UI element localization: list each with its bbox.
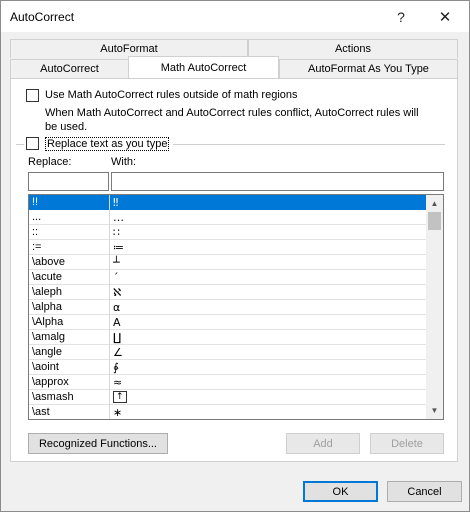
column-separator: [109, 210, 110, 225]
list-row[interactable]: \angle ∠: [29, 345, 427, 360]
row-replace-text: ...: [32, 211, 42, 223]
replace-input[interactable]: [28, 172, 109, 191]
scroll-down-icon[interactable]: ▼: [426, 402, 443, 419]
list-row[interactable]: !! ‼: [29, 195, 427, 210]
row-replace-text: \amalg: [32, 331, 66, 343]
row-with-text: ↑: [113, 391, 127, 403]
row-replace-text: \above: [32, 256, 66, 268]
dialog-title: AutoCorrect: [10, 10, 75, 24]
row-with-text: ∐: [113, 331, 122, 344]
row-replace-text: \aoint: [32, 361, 59, 373]
column-separator: [109, 255, 110, 270]
row-with-text: ‼: [113, 196, 119, 209]
use-outside-math-checkbox[interactable]: [26, 89, 39, 102]
list-row[interactable]: :: ∷: [29, 225, 427, 240]
use-outside-math-label[interactable]: Use Math AutoCorrect rules outside of ma…: [45, 89, 298, 101]
row-replace-text: \approx: [32, 376, 69, 388]
list-row[interactable]: := ≔: [29, 240, 427, 255]
column-separator: [109, 360, 110, 375]
row-replace-text: \ast: [32, 406, 50, 418]
row-replace-text: \acute: [32, 271, 62, 283]
column-separator: [109, 225, 110, 240]
list-row[interactable]: \aleph ℵ: [29, 285, 427, 300]
row-with-text: ´: [113, 271, 119, 284]
column-separator: [109, 330, 110, 345]
autocorrect-dialog: AutoCorrect ? ✕ AutoFormat Actions AutoC…: [0, 0, 470, 512]
list-row[interactable]: \acute ´: [29, 270, 427, 285]
row-with-text: ≔: [113, 241, 124, 254]
row-with-text: ∷: [113, 226, 120, 239]
list-row[interactable]: \above ┴: [29, 255, 427, 270]
tab-autocorrect[interactable]: AutoCorrect: [10, 59, 129, 78]
column-separator: [109, 405, 110, 419]
row-with-text: ┴: [113, 256, 120, 269]
column-separator: [109, 240, 110, 255]
math-autocorrect-panel: Use Math AutoCorrect rules outside of ma…: [10, 78, 458, 462]
list-row[interactable]: \aoint ∳: [29, 360, 427, 375]
row-with-text: …: [113, 211, 124, 224]
list-row[interactable]: \Alpha A: [29, 315, 427, 330]
list-scrollbar[interactable]: ▲ ▼: [426, 195, 443, 419]
column-separator: [109, 270, 110, 285]
row-replace-text: \aleph: [32, 286, 62, 298]
column-separator: [109, 195, 110, 210]
column-separator: [109, 375, 110, 390]
list-row[interactable]: \amalg ∐: [29, 330, 427, 345]
row-with-text: ∠: [113, 346, 123, 359]
list-row[interactable]: \alpha α: [29, 300, 427, 315]
ok-button[interactable]: OK: [303, 481, 378, 502]
row-replace-text: !!: [32, 196, 39, 208]
recognized-functions-button[interactable]: Recognized Functions...: [28, 433, 168, 454]
tab-math-autocorrect[interactable]: Math AutoCorrect: [128, 56, 279, 78]
close-button[interactable]: ✕: [423, 1, 467, 32]
row-replace-text: \Alpha: [32, 316, 64, 328]
conflict-note-line1: When Math AutoCorrect and AutoCorrect ru…: [45, 107, 419, 119]
row-with-text: ∗: [113, 406, 123, 419]
cancel-button[interactable]: Cancel: [387, 481, 462, 502]
column-separator: [109, 315, 110, 330]
list-row[interactable]: \ast ∗: [29, 405, 427, 419]
row-replace-text: ::: [32, 226, 39, 238]
row-replace-text: \asmash: [32, 391, 74, 403]
list-row[interactable]: \approx ≈: [29, 375, 427, 390]
row-with-text: ∳: [113, 361, 119, 374]
with-input[interactable]: [111, 172, 444, 191]
column-separator: [109, 345, 110, 360]
row-with-text: α: [113, 301, 121, 314]
group-divider-left: [16, 144, 24, 145]
with-label: With:: [111, 156, 137, 168]
tab-autoformat-as-you-type[interactable]: AutoFormat As You Type: [279, 59, 458, 78]
row-replace-text: \angle: [32, 346, 62, 358]
tab-strip: AutoFormat Actions AutoCorrect Math Auto…: [10, 39, 458, 79]
column-separator: [109, 300, 110, 315]
group-divider: [173, 144, 445, 145]
list-row[interactable]: \asmash ↑: [29, 390, 427, 405]
replacement-list[interactable]: !! ‼...…:: ∷:= ≔ \above ┴ \acute ´ \aleph ℵ \alpha…: [28, 194, 444, 420]
row-replace-text: \alpha: [32, 301, 62, 313]
column-separator: [109, 390, 110, 405]
replace-label: Replace:: [28, 156, 72, 168]
row-with-text: ℵ: [113, 286, 122, 299]
row-replace-text: :=: [32, 241, 42, 253]
title-bar: AutoCorrect ? ✕: [1, 1, 469, 32]
replace-as-you-type-label[interactable]: Replace text as you type: [45, 137, 170, 151]
list-row[interactable]: ... …: [29, 210, 427, 225]
scroll-thumb[interactable]: [428, 212, 441, 230]
row-with-text: A: [113, 316, 121, 329]
tab-actions[interactable]: Actions: [248, 39, 458, 58]
column-separator: [109, 285, 110, 300]
row-with-text: ≈: [113, 376, 123, 389]
help-button[interactable]: ?: [379, 1, 423, 32]
conflict-note-line2: be used.: [45, 121, 88, 133]
replace-as-you-type-checkbox[interactable]: [26, 137, 39, 150]
add-button[interactable]: Add: [286, 433, 360, 454]
delete-button[interactable]: Delete: [370, 433, 444, 454]
scroll-up-icon[interactable]: ▲: [426, 195, 443, 212]
